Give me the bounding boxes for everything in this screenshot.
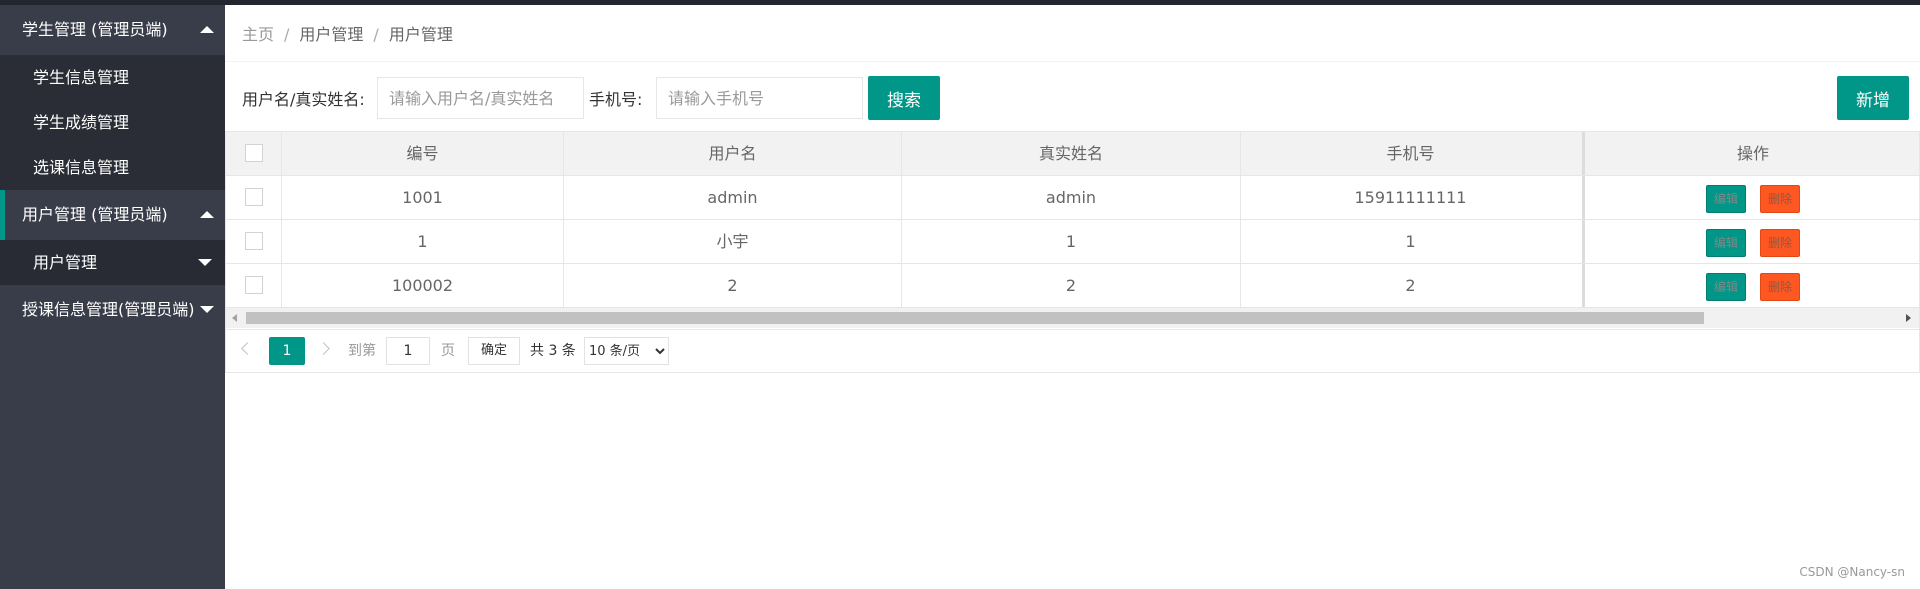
page-size-select[interactable]: 10 条/页 bbox=[584, 337, 669, 365]
cell-actions: 编辑 删除 bbox=[1582, 220, 1919, 263]
row-checkbox[interactable] bbox=[244, 232, 263, 250]
sidebar-item-label: 学生成绩管理 bbox=[33, 113, 130, 132]
row-checkbox-cell bbox=[226, 176, 282, 219]
scrollbar-thumb[interactable] bbox=[246, 312, 1704, 324]
column-header-phone[interactable]: 手机号 bbox=[1241, 132, 1580, 175]
cell-realname: admin bbox=[902, 176, 1241, 219]
row-checkbox-cell bbox=[226, 220, 282, 263]
nav-group-user-label: 用户管理 (管理员端) bbox=[22, 205, 168, 224]
edit-button[interactable]: 编辑 bbox=[1706, 228, 1746, 257]
next-page-icon[interactable] bbox=[317, 342, 330, 355]
cell-username: admin bbox=[564, 176, 902, 219]
delete-button[interactable]: 删除 bbox=[1760, 184, 1800, 213]
delete-button[interactable]: 删除 bbox=[1760, 228, 1800, 257]
breadcrumb-separator: / bbox=[284, 25, 290, 44]
sidebar-item-student-grades[interactable]: 学生成绩管理 bbox=[0, 100, 225, 145]
cell-phone: 2 bbox=[1405, 276, 1416, 295]
chevron-down-icon bbox=[200, 306, 214, 313]
table-header: 编号 用户名 真实姓名 手机号 操作 bbox=[226, 132, 1919, 176]
cell-actions: 编辑 删除 bbox=[1582, 176, 1919, 219]
goto-confirm-button[interactable]: 确定 bbox=[468, 337, 520, 365]
horizontal-scrollbar[interactable] bbox=[226, 308, 1919, 328]
divider bbox=[225, 61, 1920, 62]
chevron-up-icon bbox=[200, 211, 214, 218]
cell-phone: 1 bbox=[1405, 232, 1416, 251]
watermark: CSDN @Nancy-sn bbox=[1799, 565, 1905, 579]
goto-page-input[interactable] bbox=[386, 337, 430, 365]
chevron-up-icon bbox=[200, 26, 214, 33]
cell-realname: 1 bbox=[902, 220, 1241, 263]
chevron-down-icon bbox=[198, 259, 212, 266]
phone-search-input[interactable] bbox=[656, 77, 863, 119]
sidebar-item-course-selection[interactable]: 选课信息管理 bbox=[0, 145, 225, 190]
sidebar: 学生管理 (管理员端) 学生信息管理 学生成绩管理 选课信息管理 用户管理 (管… bbox=[0, 5, 225, 589]
table-row: 1001 admin admin 15911111111 编辑 删除 bbox=[226, 176, 1919, 220]
scroll-right-icon[interactable] bbox=[1906, 314, 1911, 322]
add-button[interactable]: 新增 bbox=[1837, 76, 1909, 120]
username-label: 用户名/真实姓名: bbox=[242, 90, 365, 109]
breadcrumb-home[interactable]: 主页 bbox=[242, 25, 274, 44]
column-header-realname[interactable]: 真实姓名 bbox=[902, 132, 1241, 175]
nav-group-student-label: 学生管理 (管理员端) bbox=[22, 20, 168, 39]
total-count: 共 3 条 bbox=[530, 343, 576, 359]
sidebar-item-user-management[interactable]: 用户管理 bbox=[0, 240, 225, 285]
page-number-current[interactable]: 1 bbox=[269, 337, 305, 365]
cell-realname: 2 bbox=[902, 264, 1241, 307]
cell-id: 100002 bbox=[282, 264, 564, 307]
cell-username: 小宇 bbox=[564, 220, 902, 263]
user-table: 编号 用户名 真实姓名 手机号 操作 1001 admin admin 1591… bbox=[225, 131, 1920, 373]
column-header-username[interactable]: 用户名 bbox=[564, 132, 902, 175]
nav-group-teaching[interactable]: 授课信息管理(管理员端) bbox=[0, 285, 225, 335]
sidebar-item-label: 学生信息管理 bbox=[33, 68, 130, 87]
pagination: 1 到第 页 确定 共 3 条 10 条/页 bbox=[226, 329, 1919, 372]
sidebar-item-label: 选课信息管理 bbox=[33, 158, 130, 177]
row-checkbox[interactable] bbox=[244, 276, 263, 294]
username-search-input[interactable] bbox=[377, 77, 584, 119]
edit-button[interactable]: 编辑 bbox=[1706, 184, 1746, 213]
goto-label: 到第 bbox=[348, 343, 376, 359]
breadcrumb-user-management[interactable]: 用户管理 bbox=[299, 25, 363, 44]
header-checkbox-cell bbox=[226, 132, 282, 175]
cell-phone: 15911111111 bbox=[1354, 188, 1467, 207]
breadcrumb: 主页 / 用户管理 / 用户管理 bbox=[242, 21, 453, 45]
row-checkbox-cell bbox=[226, 264, 282, 307]
breadcrumb-current: 用户管理 bbox=[388, 25, 453, 44]
column-header-id[interactable]: 编号 bbox=[282, 132, 564, 175]
top-bar bbox=[0, 0, 1920, 5]
delete-button[interactable]: 删除 bbox=[1760, 272, 1800, 301]
search-button[interactable]: 搜索 bbox=[868, 76, 940, 120]
column-header-actions: 操作 bbox=[1582, 132, 1919, 175]
sidebar-item-student-info[interactable]: 学生信息管理 bbox=[0, 55, 225, 100]
page-unit-label: 页 bbox=[441, 343, 455, 359]
cell-username: 2 bbox=[564, 264, 902, 307]
cell-id: 1 bbox=[282, 220, 564, 263]
active-indicator bbox=[0, 190, 5, 240]
nav-group-teaching-label: 授课信息管理(管理员端) bbox=[22, 300, 195, 319]
prev-page-icon[interactable] bbox=[241, 342, 254, 355]
cell-actions: 编辑 删除 bbox=[1582, 264, 1919, 307]
select-all-checkbox[interactable] bbox=[244, 144, 263, 162]
breadcrumb-separator: / bbox=[373, 25, 379, 44]
sidebar-item-label: 用户管理 bbox=[33, 253, 98, 272]
phone-label: 手机号: bbox=[589, 90, 643, 109]
cell-id: 1001 bbox=[282, 176, 564, 219]
table-row: 100002 2 2 2 编辑 删除 bbox=[226, 264, 1919, 308]
table-row: 1 小宇 1 1 编辑 删除 bbox=[226, 220, 1919, 264]
edit-button[interactable]: 编辑 bbox=[1706, 272, 1746, 301]
row-checkbox[interactable] bbox=[244, 188, 263, 206]
scroll-left-icon[interactable] bbox=[232, 314, 237, 322]
nav-group-student[interactable]: 学生管理 (管理员端) bbox=[0, 5, 225, 55]
nav-group-user[interactable]: 用户管理 (管理员端) bbox=[0, 190, 225, 240]
